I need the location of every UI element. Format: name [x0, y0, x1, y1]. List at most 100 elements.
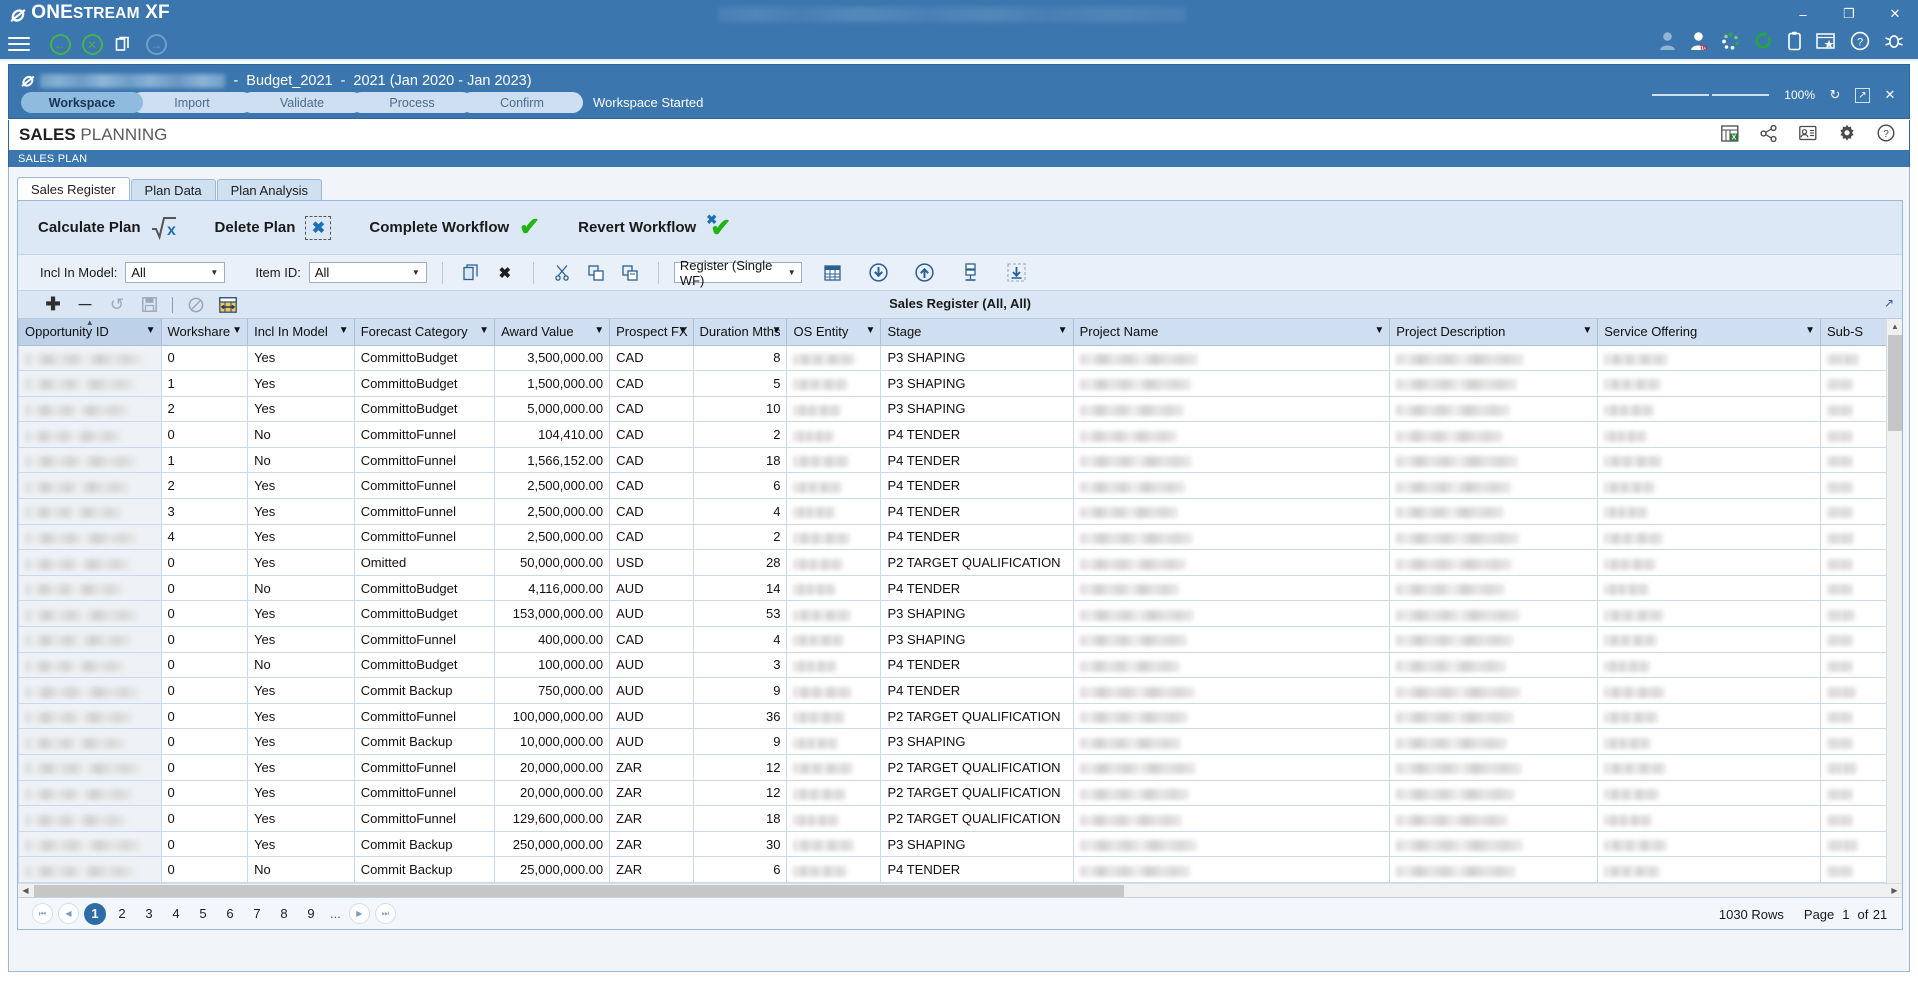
table-row[interactable]: 0 No CommittoFunnel 104,410.00 CAD 2 P4 TENDER	[18, 421, 1897, 448]
cell-duration-mths[interactable]: 12	[692, 754, 788, 781]
table-row[interactable]: 0 No CommittoBudget 100,000.00 AUD 3 P4 TENDER	[18, 651, 1897, 679]
cell-project-description[interactable]	[1389, 498, 1599, 525]
cell-project-name[interactable]	[1072, 446, 1391, 474]
cell-duration-mths[interactable]: 18	[692, 446, 788, 474]
column-filter-icon[interactable]: ▼	[1058, 325, 1068, 336]
cell-os-entity[interactable]	[786, 370, 882, 397]
import-boxed-icon[interactable]	[1004, 261, 1030, 285]
pager-page-1[interactable]: 1	[84, 902, 106, 925]
column-header-award-value[interactable]: Award Value ▼	[494, 319, 611, 346]
cell-stage[interactable]: P3 SHAPING	[880, 626, 1074, 653]
cell-project-name[interactable]	[1072, 856, 1391, 883]
share-icon[interactable]	[1760, 124, 1778, 142]
table-row[interactable]: 2 Yes CommittoBudget 5,000,000.00 CAD 10 P3 SH…	[18, 395, 1897, 423]
column-header-project-description[interactable]: Project Description ▼	[1389, 319, 1599, 346]
debug-bug-icon[interactable]	[1884, 31, 1904, 51]
pager-page-5[interactable]: 5	[192, 903, 214, 925]
pager-prev-button[interactable]: ◀	[58, 903, 79, 924]
cell-stage[interactable]: P2 TARGET QUALIFICATION	[880, 549, 1074, 576]
complete-workflow-button[interactable]: Complete Workflow ✔	[369, 215, 540, 240]
cell-prospect-fx[interactable]: ZAR	[609, 779, 694, 807]
pager-page-8[interactable]: 8	[273, 903, 295, 925]
cell-prospect-fx[interactable]: AUD	[609, 574, 694, 602]
cell-sub-s[interactable]	[1819, 651, 1897, 679]
column-header-duration-mths[interactable]: Duration Mths ▼	[692, 319, 788, 346]
cell-duration-mths[interactable]: 30	[692, 830, 788, 858]
cell-project-description[interactable]	[1389, 446, 1599, 474]
pager-first-button[interactable]: ⏮	[32, 903, 53, 924]
cell-forecast-category[interactable]: CommittoBudget	[353, 344, 496, 372]
column-filter-icon[interactable]: ▼	[1374, 325, 1384, 336]
tab-sales-register[interactable]: Sales Register	[17, 177, 130, 201]
column-filter-icon[interactable]: ▼	[479, 325, 489, 336]
cell-sub-s[interactable]	[1819, 370, 1897, 397]
cell-stage[interactable]: P3 SHAPING	[880, 600, 1074, 628]
cell-os-entity[interactable]	[786, 446, 882, 474]
cell-sub-s[interactable]	[1819, 574, 1897, 602]
table-row[interactable]: 4 Yes CommittoFunnel 2,500,000.00 CAD 2 P4 TEN…	[18, 523, 1897, 551]
cell-workshare[interactable]: 1	[160, 446, 249, 474]
cell-os-entity[interactable]	[786, 779, 882, 807]
cell-project-description[interactable]	[1389, 805, 1599, 832]
cell-service-offering[interactable]	[1597, 677, 1821, 704]
column-header-os-entity[interactable]: OS Entity ▼	[786, 319, 882, 346]
cell-workshare[interactable]: 0	[160, 830, 249, 858]
cell-duration-mths[interactable]: 18	[692, 805, 788, 832]
cell-service-offering[interactable]	[1597, 754, 1821, 781]
pager-page-9[interactable]: 9	[300, 903, 322, 925]
scroll-left-arrow[interactable]: ◀	[18, 884, 33, 897]
cell-duration-mths[interactable]: 53	[692, 600, 788, 628]
tab-plan-data[interactable]: Plan Data	[130, 179, 216, 201]
pager-page-7[interactable]: 7	[246, 903, 268, 925]
cell-stage[interactable]: P4 TENDER	[880, 677, 1074, 704]
undo-icon[interactable]: ↺	[108, 295, 126, 315]
forward-button[interactable]: →	[142, 31, 170, 58]
tab-plan-analysis[interactable]: Plan Analysis	[216, 179, 322, 201]
column-filter-icon[interactable]: ▼	[339, 325, 349, 336]
vertical-scroll-thumb[interactable]	[1888, 335, 1902, 431]
cell-award-value[interactable]: 20,000,000.00	[494, 754, 611, 781]
cell-project-description[interactable]	[1389, 600, 1599, 628]
workflow-step-import[interactable]: Import	[131, 92, 253, 113]
cell-forecast-category[interactable]: CommittoBudget	[353, 651, 496, 679]
cell-stage[interactable]: P3 SHAPING	[880, 344, 1074, 372]
workflow-step-process[interactable]: Process	[351, 92, 473, 113]
cell-sub-s[interactable]	[1819, 754, 1897, 781]
cell-prospect-fx[interactable]: AUD	[609, 728, 694, 755]
cell-incl-in-model[interactable]: No	[247, 446, 355, 474]
cell-incl-in-model[interactable]: No	[247, 421, 355, 448]
workflow-refresh-icon[interactable]: ↻	[1826, 87, 1844, 103]
cell-os-entity[interactable]	[786, 830, 882, 858]
cell-incl-in-model[interactable]: Yes	[247, 370, 355, 397]
cell-award-value[interactable]: 3,500,000.00	[494, 344, 611, 372]
cell-project-description[interactable]	[1389, 549, 1599, 576]
cell-service-offering[interactable]	[1597, 344, 1821, 372]
table-row[interactable]: 2 Yes CommittoFunnel 2,500,000.00 CAD 6 P4 TEN…	[18, 472, 1897, 500]
table-row[interactable]: 0 Yes Commit Backup 750,000.00 AUD 9 P4 TENDER	[18, 677, 1897, 704]
cell-sub-s[interactable]	[1819, 600, 1897, 628]
workflow-step-workspace[interactable]: Workspace	[21, 92, 143, 113]
disconnect-button[interactable]: ✕	[78, 31, 106, 58]
data-grid-container[interactable]: Opportunity ID ▲ ▼ Workshare ▼ Incl In Model ▼…	[18, 319, 1902, 899]
cell-project-name[interactable]	[1072, 344, 1391, 372]
cell-forecast-category[interactable]: CommittoBudget	[353, 395, 496, 423]
cell-project-description[interactable]	[1389, 651, 1599, 679]
cell-forecast-category[interactable]: CommittoFunnel	[353, 421, 496, 448]
cell-forecast-category[interactable]: CommittoFunnel	[353, 446, 496, 474]
cell-prospect-fx[interactable]: CAD	[609, 472, 694, 500]
cell-service-offering[interactable]	[1597, 421, 1821, 448]
cell-duration-mths[interactable]: 9	[692, 728, 788, 755]
table-row[interactable]: 1 Yes CommittoBudget 1,500,000.00 CAD 5 P3 SHA…	[18, 370, 1897, 397]
cell-workshare[interactable]: 0	[160, 626, 249, 653]
cell-prospect-fx[interactable]: AUD	[609, 651, 694, 679]
cell-project-description[interactable]	[1389, 370, 1599, 397]
cell-duration-mths[interactable]: 6	[692, 472, 788, 500]
cell-incl-in-model[interactable]: Yes	[247, 344, 355, 372]
workflow-close-icon[interactable]: ✕	[1881, 87, 1899, 103]
cell-project-name[interactable]	[1072, 574, 1391, 602]
cell-workshare[interactable]: 3	[160, 498, 249, 525]
scroll-right-arrow[interactable]: ▶	[1887, 884, 1902, 897]
cell-workshare[interactable]: 0	[160, 779, 249, 807]
cell-workshare[interactable]: 0	[160, 754, 249, 781]
cell-sub-s[interactable]	[1819, 728, 1897, 755]
